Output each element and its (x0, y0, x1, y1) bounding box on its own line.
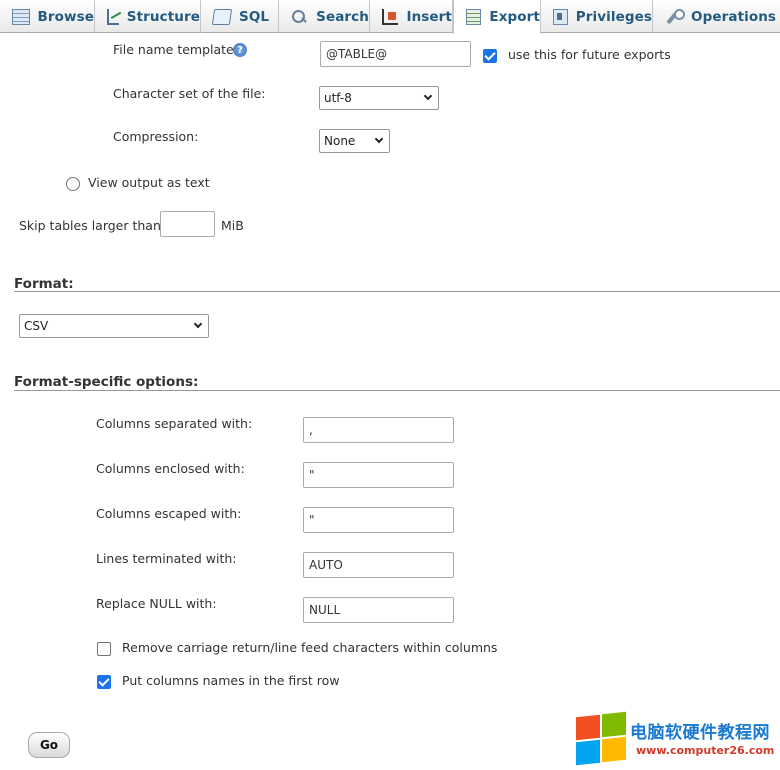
tab-bar: Browse Structure SQL Search Insert Expor… (0, 0, 780, 34)
browse-icon (12, 8, 30, 25)
lines-terminated-label: Lines terminated with: (96, 551, 237, 566)
view-as-text-label: View output as text (88, 175, 210, 190)
column-names-label: Put columns names in the first row (122, 673, 340, 688)
view-as-text-radio[interactable] (66, 177, 80, 191)
format-title: Format: (14, 276, 74, 292)
tab-label: Search (316, 8, 369, 25)
export-icon (466, 9, 482, 25)
format-value: CSV (24, 319, 49, 333)
compression-value: None (324, 134, 356, 148)
chevron-down-icon (374, 134, 384, 144)
tab-export[interactable]: Export (453, 0, 541, 34)
search-icon (291, 9, 308, 25)
file-name-template-input[interactable]: @TABLE@ (320, 41, 471, 67)
tab-insert[interactable]: Insert (370, 0, 453, 33)
watermark: 电脑软硬件教程网 www.computer26.com (574, 711, 780, 768)
chevron-down-icon (423, 91, 433, 101)
watermark-url: www.computer26.com (636, 744, 775, 757)
file-name-template-label: File name template: (113, 42, 238, 57)
windows-logo-icon (576, 711, 626, 766)
columns-escaped-label: Columns escaped with: (96, 506, 242, 521)
operations-icon (665, 8, 685, 25)
divider (14, 291, 780, 292)
skip-tables-unit: MiB (221, 218, 244, 233)
chevron-down-icon (193, 319, 203, 329)
columns-escaped-input[interactable]: " (303, 507, 454, 533)
tab-label: SQL (239, 8, 270, 25)
charset-label: Character set of the file: (113, 86, 266, 101)
compression-select[interactable]: None (319, 129, 390, 153)
columns-separated-input[interactable]: , (303, 417, 454, 443)
tab-label: Operations (691, 8, 777, 25)
tab-sql[interactable]: SQL (201, 0, 279, 33)
charset-select[interactable]: utf-8 (319, 86, 439, 110)
remove-crlf-checkbox[interactable] (97, 642, 111, 656)
help-icon[interactable]: ? (233, 43, 247, 57)
remove-crlf-label: Remove carriage return/line feed charact… (122, 640, 498, 655)
columns-enclosed-input[interactable]: " (303, 462, 454, 488)
tab-structure[interactable]: Structure (95, 0, 201, 33)
column-names-checkbox[interactable] (97, 675, 111, 689)
format-select[interactable]: CSV (19, 314, 209, 338)
columns-separated-label: Columns separated with: (96, 416, 253, 431)
sql-icon (211, 8, 233, 25)
replace-null-input[interactable]: NULL (303, 597, 454, 623)
tab-browse[interactable]: Browse (0, 0, 95, 33)
columns-enclosed-label: Columns enclosed with: (96, 461, 245, 476)
insert-icon (382, 8, 399, 25)
tab-privileges[interactable]: Privileges (541, 0, 653, 33)
tab-label: Privileges (575, 8, 652, 25)
format-options-title: Format-specific options: (14, 374, 199, 390)
watermark-title: 电脑软硬件教程网 (630, 723, 770, 743)
charset-value: utf-8 (324, 91, 352, 105)
replace-null-label: Replace NULL with: (96, 596, 217, 611)
divider (14, 390, 780, 391)
tab-label: Structure (126, 8, 200, 25)
skip-tables-label: Skip tables larger than (19, 218, 161, 233)
future-exports-checkbox[interactable] (483, 49, 497, 63)
privileges-icon (553, 8, 568, 25)
tab-label: Browse (37, 8, 94, 25)
compression-label: Compression: (113, 129, 199, 144)
go-button[interactable]: Go (28, 732, 70, 758)
future-exports-label: use this for future exports (508, 47, 671, 62)
tab-search[interactable]: Search (279, 0, 370, 33)
tab-operations[interactable]: Operations (653, 0, 780, 33)
tab-label: Insert (406, 8, 452, 25)
tab-label: Export (489, 9, 540, 25)
structure-icon (107, 8, 119, 25)
lines-terminated-input[interactable]: AUTO (303, 552, 454, 578)
skip-tables-input[interactable] (160, 211, 215, 237)
